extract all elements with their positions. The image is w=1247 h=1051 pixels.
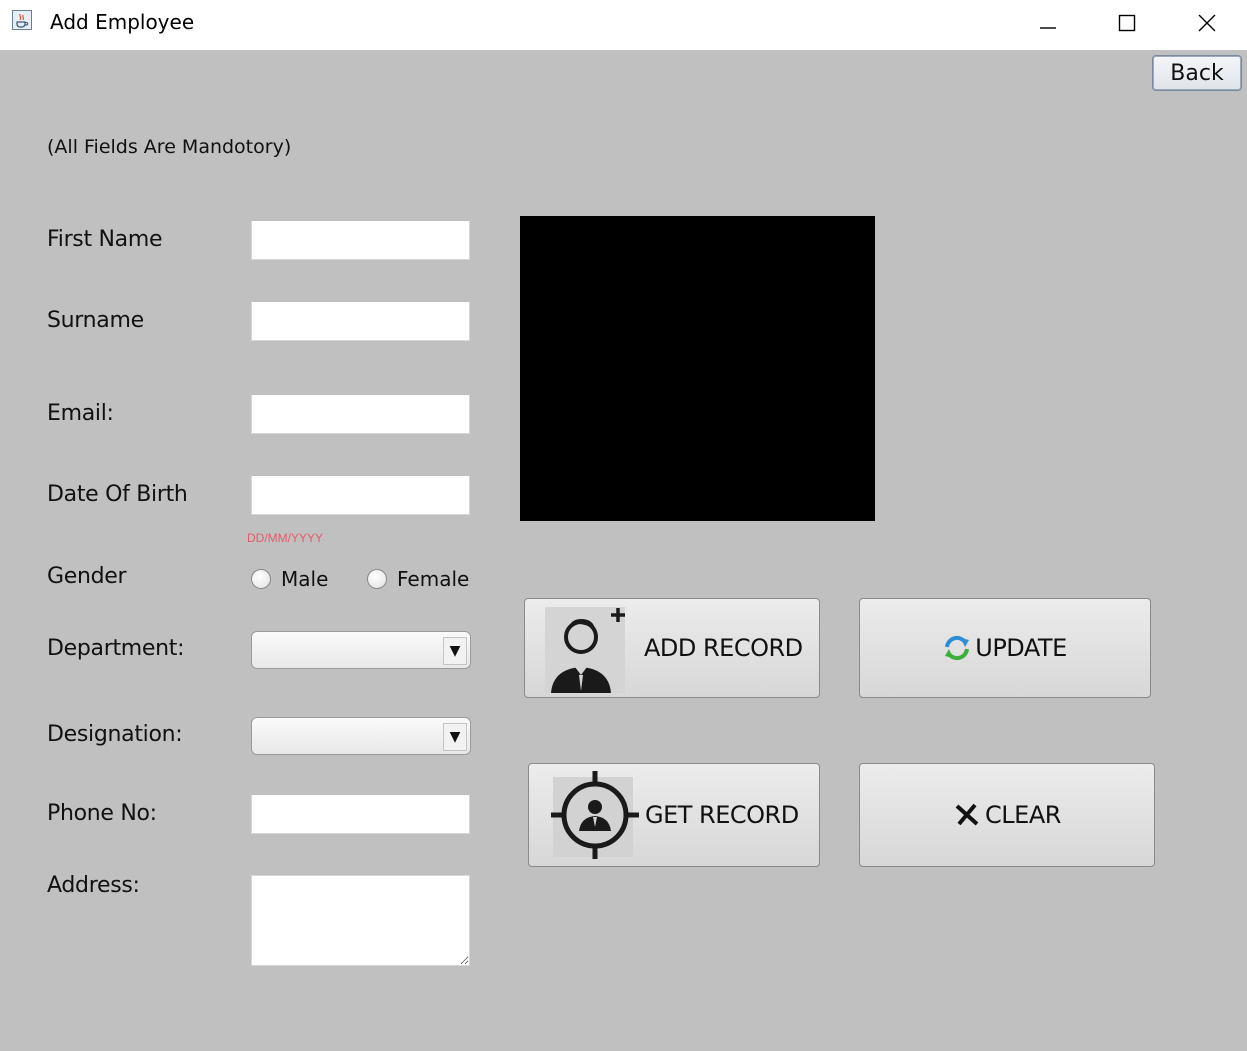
title-bar: Add Employee [0, 0, 1247, 50]
find-user-target-icon [551, 771, 639, 859]
maximize-button[interactable] [1104, 0, 1150, 46]
clear-button[interactable]: CLEAR [859, 763, 1155, 867]
designation-label: Designation: [47, 722, 183, 747]
dob-field[interactable] [251, 475, 470, 515]
get-record-label: GET RECORD [645, 801, 799, 829]
first-name-field[interactable] [251, 220, 470, 260]
radio-circle-icon [367, 569, 387, 589]
surname-label: Surname [47, 308, 144, 333]
chevron-down-icon[interactable]: ▼ [443, 723, 467, 751]
window-title: Add Employee [50, 10, 195, 34]
update-label: UPDATE [975, 634, 1067, 662]
mandatory-note: (All Fields Are Mandotory) [47, 136, 292, 158]
designation-select[interactable]: ▼ [251, 717, 471, 755]
phone-label: Phone No: [47, 801, 157, 826]
update-button[interactable]: UPDATE [859, 598, 1151, 698]
department-label: Department: [47, 636, 185, 661]
email-field[interactable] [251, 394, 470, 434]
chevron-down-icon[interactable]: ▼ [443, 637, 467, 665]
close-button[interactable] [1184, 0, 1230, 46]
phone-field[interactable] [251, 794, 470, 834]
refresh-icon [945, 635, 970, 661]
gender-female-label: Female [397, 567, 470, 591]
photo-preview[interactable] [520, 216, 875, 521]
email-label: Email: [47, 401, 114, 426]
dob-label: Date Of Birth [47, 482, 188, 507]
address-label: Address: [47, 873, 140, 898]
close-icon [1198, 14, 1216, 32]
department-select[interactable]: ▼ [251, 631, 471, 669]
get-record-button[interactable]: GET RECORD [528, 763, 820, 867]
add-record-button[interactable]: ADD RECORD [524, 598, 820, 698]
first-name-label: First Name [47, 227, 163, 252]
gender-female-radio[interactable]: Female [367, 567, 469, 591]
java-cup-icon [12, 10, 32, 30]
gender-label: Gender [47, 564, 127, 589]
maximize-icon [1118, 14, 1136, 32]
clear-x-icon [955, 803, 979, 826]
back-button[interactable]: Back [1152, 55, 1242, 91]
add-user-icon [545, 607, 625, 693]
radio-circle-icon [251, 569, 271, 589]
minimize-button[interactable] [1025, 0, 1071, 46]
gender-male-label: Male [281, 567, 329, 591]
minimize-icon [1040, 27, 1056, 29]
gender-male-radio[interactable]: Male [251, 567, 328, 591]
address-field[interactable] [251, 875, 470, 966]
add-record-label: ADD RECORD [644, 634, 803, 662]
clear-label: CLEAR [985, 801, 1061, 829]
dob-format-hint: DD/MM/YYYY [247, 531, 324, 545]
form-panel: Back (All Fields Are Mandotory) First Na… [0, 50, 1247, 1051]
surname-field[interactable] [251, 301, 470, 341]
